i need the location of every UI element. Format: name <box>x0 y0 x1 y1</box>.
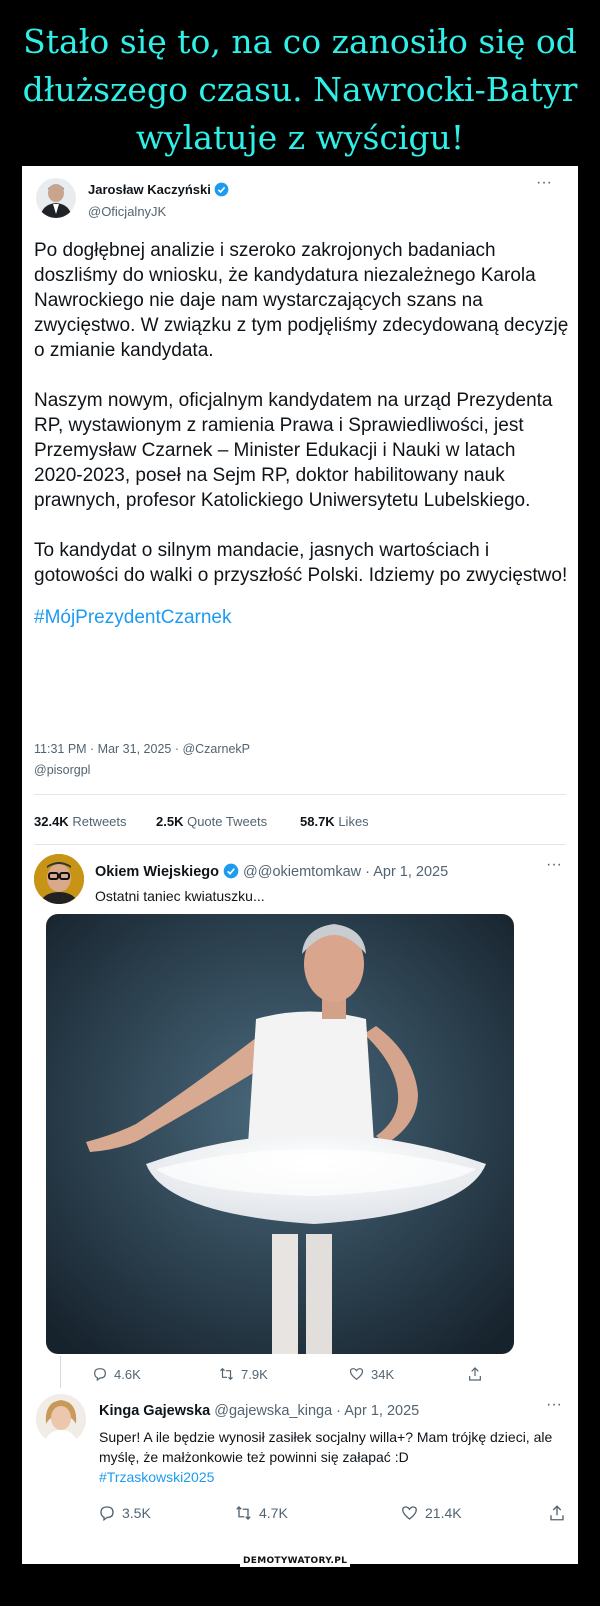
reply-icon <box>94 1368 106 1382</box>
headline-line-3: wylatuje z wyścigu! <box>135 118 465 157</box>
reply-icon <box>100 1506 114 1522</box>
author-avatar[interactable] <box>36 178 76 218</box>
thread-line <box>60 1356 61 1388</box>
reply-author-name[interactable]: Kinga Gajewska <box>99 1403 210 1419</box>
likes-label: Likes <box>338 814 369 829</box>
reply-media-image[interactable] <box>46 914 514 1354</box>
reply-body: Super! A ile będzie wynosił zasiłek socj… <box>99 1427 564 1487</box>
tweet-timestamp[interactable]: 11:31 PM · Mar 31, 2025 · @CzarnekP <box>34 742 250 756</box>
more-options-icon[interactable]: ··· <box>536 174 552 192</box>
reply-text: Super! A ile będzie wynosił zasiłek socj… <box>99 1429 553 1465</box>
reply-author-name[interactable]: Okiem Wiejskiego <box>95 864 219 880</box>
retweets-stat[interactable]: 32.4K Retweets <box>34 814 127 829</box>
share-button[interactable] <box>467 1366 483 1382</box>
reply-avatar[interactable] <box>36 1394 86 1444</box>
verified-badge-icon <box>215 182 229 197</box>
likes-stat[interactable]: 58.7K Likes <box>300 814 369 829</box>
quote-tweets-label: Quote Tweets <box>187 814 268 829</box>
retweet-icon <box>220 1367 233 1381</box>
tweet-paragraph-2: Naszym nowym, oficjalnym kandydatem na u… <box>34 390 553 511</box>
retweet-button[interactable]: 7.9K <box>218 1366 268 1382</box>
tweet-hashtag-link[interactable]: #MójPrezydentCzarnek <box>34 605 569 630</box>
retweets-label: Retweets <box>72 814 127 829</box>
reply-button[interactable]: 4.6K <box>92 1366 141 1382</box>
quote-tweets-count: 2.5K <box>156 814 184 829</box>
reply-count: 4.6K <box>114 1366 141 1382</box>
like-count: 34K <box>371 1366 395 1382</box>
author-handle[interactable]: @OficjalnyJK <box>88 204 166 219</box>
heart-icon <box>402 1506 417 1520</box>
reply-text: Ostatni taniec kwiatuszku... <box>95 888 265 904</box>
retweet-count: 7.9K <box>241 1366 268 1382</box>
divider <box>34 844 566 845</box>
reply-header: Okiem Wiejskiego @@okiemtomkaw · Apr 1, … <box>95 863 448 880</box>
reply-button[interactable]: 3.5K <box>98 1504 151 1522</box>
reply-count: 3.5K <box>122 1505 151 1521</box>
like-button[interactable]: 21.4K <box>400 1504 462 1522</box>
headline: Stało się to, na co zanosiło się od dłuż… <box>0 18 600 162</box>
tweet-paragraph-1: Po dogłębnej analizie i szeroko zakrojon… <box>34 240 569 361</box>
author-name[interactable]: Jarosław Kaczyński <box>88 182 211 197</box>
more-options-icon[interactable]: ··· <box>546 1396 562 1414</box>
share-icon <box>469 1367 481 1381</box>
tweet-paragraph-3: To kandydat o silnym mandacie, jasnych w… <box>34 540 568 586</box>
watermark-logo: DEMOTYWATORY.PL <box>240 1555 351 1567</box>
retweets-count: 32.4K <box>34 814 69 829</box>
more-options-icon[interactable]: ··· <box>546 856 562 874</box>
reply-hashtag-link[interactable]: #Trzaskowski2025 <box>99 1469 214 1485</box>
headline-line-2: dłuższego czasu. Nawrocki-Batyr <box>22 70 578 109</box>
tweet-card: Jarosław Kaczyński @OficjalnyJK ··· Po d… <box>22 166 578 1564</box>
reply-header: Kinga Gajewska @gajewska_kinga · Apr 1, … <box>99 1403 419 1419</box>
headline-line-1: Stało się to, na co zanosiło się od <box>23 22 577 61</box>
share-button[interactable] <box>548 1504 566 1522</box>
retweet-icon <box>236 1506 251 1520</box>
like-count: 21.4K <box>425 1505 462 1521</box>
heart-icon <box>349 1368 364 1381</box>
reply-avatar[interactable] <box>34 854 84 904</box>
reply-handle-date[interactable]: @gajewska_kinga · Apr 1, 2025 <box>214 1403 419 1419</box>
tweet-body: Po dogłębnej analizie i szeroko zakrojon… <box>34 238 569 630</box>
quote-tweets-stat[interactable]: 2.5K Quote Tweets <box>156 814 267 829</box>
verified-badge-icon <box>223 863 239 879</box>
tweet-source-account[interactable]: @pisorgpl <box>34 763 90 777</box>
retweet-count: 4.7K <box>259 1505 288 1521</box>
retweet-button[interactable]: 4.7K <box>234 1504 288 1522</box>
reply-handle-date[interactable]: @@okiemtomkaw · Apr 1, 2025 <box>243 864 448 880</box>
divider <box>34 794 566 795</box>
share-icon <box>550 1505 564 1521</box>
likes-count: 58.7K <box>300 814 335 829</box>
like-button[interactable]: 34K <box>348 1366 394 1382</box>
